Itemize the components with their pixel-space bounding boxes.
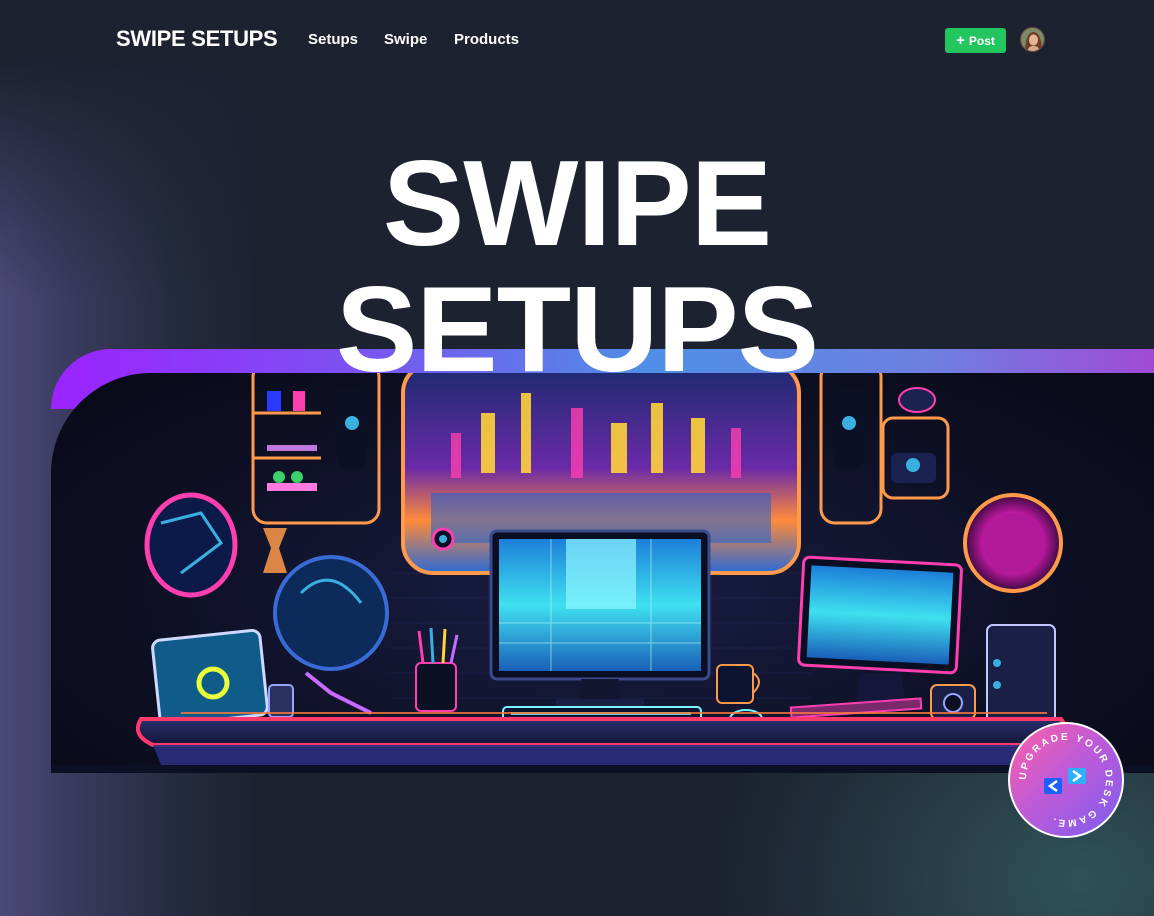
- svg-text:UPGRADE YOUR DESK GAME.: UPGRADE YOUR DESK GAME.: [1018, 732, 1114, 828]
- nav-link-setups[interactable]: Setups: [308, 31, 358, 48]
- post-button-label: Post: [968, 33, 995, 48]
- brand-logo[interactable]: SWIPE SETUPS: [116, 26, 278, 52]
- upgrade-desk-badge[interactable]: UPGRADE YOUR DESK GAME.: [1008, 722, 1124, 838]
- nav-link-products[interactable]: Products: [454, 31, 519, 48]
- hero-title: SWIPE SETUPS: [0, 140, 1154, 392]
- page: SWIPE SETUPS Setups Swipe Products + Pos…: [0, 0, 1154, 916]
- top-nav: SWIPE SETUPS Setups Swipe Products + Pos…: [0, 0, 1154, 80]
- code-brackets-icon: [1044, 768, 1086, 794]
- hero-title-line2: SETUPS: [335, 261, 819, 397]
- nav-link-swipe[interactable]: Swipe: [384, 31, 427, 48]
- user-avatar[interactable]: [1020, 27, 1045, 52]
- badge-ring-text: UPGRADE YOUR DESK GAME.: [1018, 732, 1112, 828]
- hero-title-line1: SWIPE: [382, 135, 772, 271]
- plus-icon: +: [956, 31, 965, 49]
- neon-desk-setup-image: [51, 373, 1154, 773]
- post-button[interactable]: + Post: [945, 28, 1006, 53]
